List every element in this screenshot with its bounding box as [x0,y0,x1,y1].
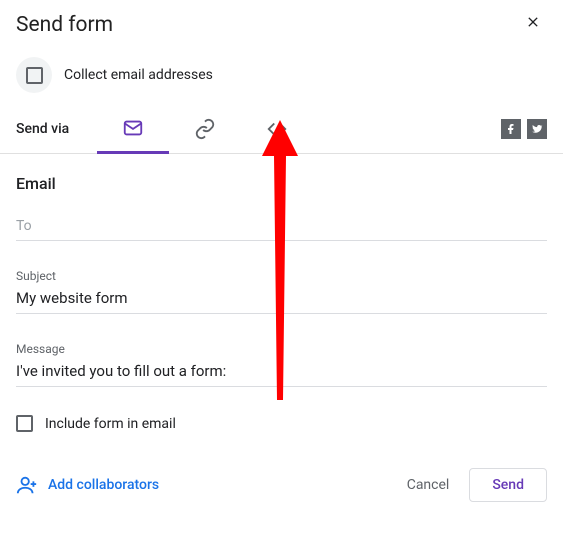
dialog-title: Send form [16,13,113,37]
close-button[interactable] [519,8,547,41]
add-person-icon [16,474,38,496]
link-icon [194,118,216,140]
share-facebook-button[interactable] [501,119,521,139]
message-label: Message [16,342,547,356]
tab-embed[interactable] [241,106,313,152]
collect-email-checkbox[interactable] [16,57,52,93]
tab-email[interactable] [97,105,169,154]
twitter-icon [531,123,543,135]
close-icon [525,14,541,30]
add-collaborators-label: Add collaborators [48,477,159,493]
collect-email-label: Collect email addresses [64,67,213,83]
email-icon [122,117,144,139]
share-twitter-button[interactable] [527,119,547,139]
tab-link[interactable] [169,106,241,152]
embed-icon [266,118,288,140]
subject-input[interactable] [16,287,547,313]
send-button[interactable]: Send [469,468,547,502]
email-section-title: Email [16,174,547,193]
checkbox-icon [26,67,43,84]
include-form-label: Include form in email [45,416,176,432]
message-input[interactable] [16,360,547,386]
to-input[interactable] [16,216,547,240]
cancel-button[interactable]: Cancel [397,469,460,501]
subject-label: Subject [16,269,547,283]
add-collaborators-button[interactable]: Add collaborators [16,474,159,496]
include-form-checkbox[interactable] [16,415,33,432]
send-via-label: Send via [16,109,69,149]
facebook-icon [505,123,517,135]
